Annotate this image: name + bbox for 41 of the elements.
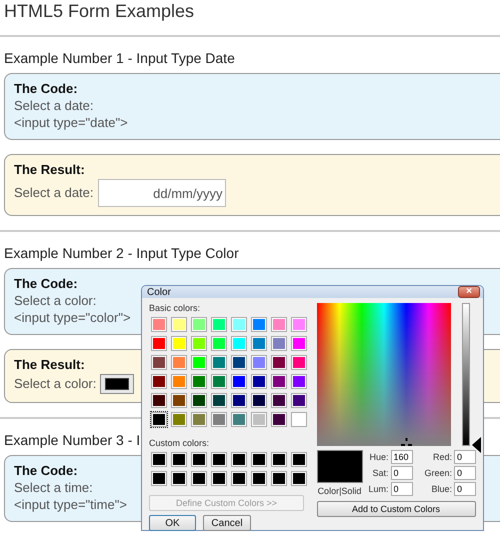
field-label: Red:	[433, 452, 452, 462]
number-field[interactable]: 0	[390, 482, 413, 496]
code-line: <input type="color">	[14, 310, 131, 326]
color-picker-button[interactable]	[100, 374, 134, 394]
custom-colors-label: Custom colors:	[149, 438, 210, 448]
example-heading: Example Number 2 - Input Type Color	[4, 245, 239, 261]
code-line: <input type="date">	[14, 115, 128, 131]
number-field[interactable]: 0	[454, 450, 476, 464]
number-field[interactable]: 0	[454, 466, 476, 480]
code-line: Select a time:	[14, 480, 93, 496]
panel-label: The Code:	[14, 463, 78, 479]
code-line: <input type="time">	[14, 497, 127, 513]
field-label: Green:	[424, 468, 452, 478]
panel-label: The Code:	[14, 81, 78, 97]
slider-arrow-icon[interactable]	[472, 437, 480, 453]
basic-colors-label: Basic colors:	[149, 303, 202, 313]
number-field[interactable]: 160	[390, 450, 413, 464]
field-label: Sat:	[372, 468, 389, 478]
field-label: Hue:	[370, 452, 389, 462]
add-to-custom-colors-button[interactable]: Add to Custom Colors	[316, 501, 476, 517]
number-field[interactable]: 0	[454, 482, 476, 496]
field-label: Select a date:	[14, 185, 94, 201]
page-title: HTML5 Form Examples	[4, 0, 196, 23]
panel-label: The Result:	[14, 357, 85, 373]
example-heading: Example Number 3 - I	[4, 432, 140, 448]
field-label: Blue:	[432, 484, 452, 494]
crosshair-icon	[400, 438, 412, 446]
ok-button[interactable]: OK	[149, 515, 196, 531]
number-field[interactable]: 0	[390, 466, 413, 480]
panel-label: The Result:	[14, 162, 85, 178]
code-line: Select a date:	[14, 98, 94, 114]
cancel-button[interactable]: Cancel	[203, 515, 251, 531]
panel-label: The Code:	[14, 276, 78, 292]
field-label: Select a color:	[14, 376, 96, 392]
field-label: Lum:	[368, 484, 389, 494]
example-heading: Example Number 1 - Input Type Date	[4, 50, 235, 66]
date-field[interactable]: dd/mm/yyyy	[98, 179, 226, 207]
preview-label: Color|Solid	[318, 486, 362, 496]
color-spectrum[interactable]	[316, 303, 450, 446]
code-line: Select a color:	[14, 293, 96, 309]
dialog-title: Color	[147, 286, 171, 298]
